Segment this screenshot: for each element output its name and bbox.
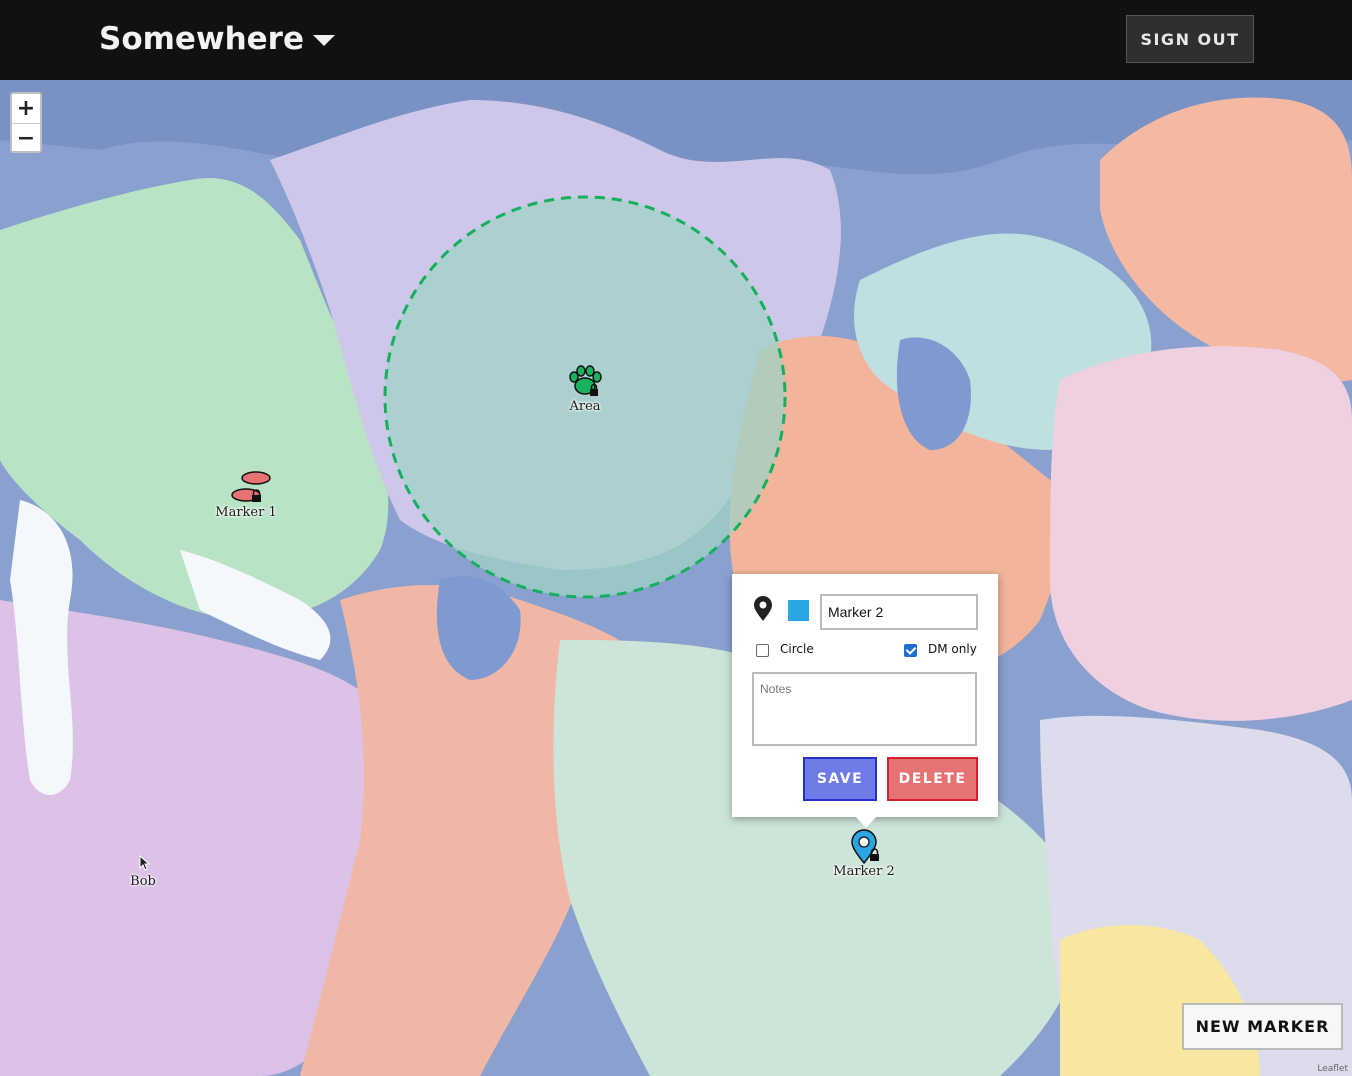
dm-only-checkbox[interactable] <box>904 644 917 657</box>
circle-checkbox[interactable] <box>756 644 769 657</box>
map-canvas[interactable] <box>0 80 1352 1076</box>
sign-out-button[interactable]: SIGN OUT <box>1126 15 1254 63</box>
area-label[interactable]: Area <box>569 399 600 414</box>
zoom-out-button[interactable]: − <box>12 124 40 153</box>
marker-edit-popup: Circle DM only SAVE DELETE <box>732 574 998 828</box>
zoom-in-button[interactable]: + <box>12 94 40 124</box>
marker-2-label[interactable]: Marker 2 <box>833 864 894 879</box>
marker-name-input[interactable] <box>820 594 978 630</box>
caret-down-icon[interactable] <box>313 35 335 46</box>
marker-1-label[interactable]: Marker 1 <box>215 505 276 520</box>
dm-only-label: DM only <box>928 642 977 656</box>
circle-label: Circle <box>780 642 814 656</box>
save-button[interactable]: SAVE <box>803 757 877 801</box>
cursor-icon[interactable] <box>139 855 151 871</box>
map-selector[interactable]: Somewhere <box>99 18 335 60</box>
popup-tip <box>855 816 877 828</box>
map-pin-icon <box>754 596 772 621</box>
new-marker-button[interactable]: NEW MARKER <box>1182 1003 1343 1050</box>
map-title[interactable]: Somewhere <box>99 18 304 60</box>
map-terrain <box>0 80 1352 1076</box>
map-pin-icon[interactable] <box>850 829 884 865</box>
paw-icon[interactable] <box>566 364 604 398</box>
top-bar: Somewhere SIGN OUT <box>0 0 1352 80</box>
zoom-control: + − <box>10 92 42 153</box>
notes-textarea[interactable] <box>752 672 977 746</box>
map-attribution[interactable]: Leaflet <box>1317 1064 1348 1074</box>
delete-button[interactable]: DELETE <box>887 757 978 801</box>
bob-label[interactable]: Bob <box>130 874 156 889</box>
color-swatch[interactable] <box>788 600 809 621</box>
footprints-icon[interactable] <box>228 468 274 506</box>
